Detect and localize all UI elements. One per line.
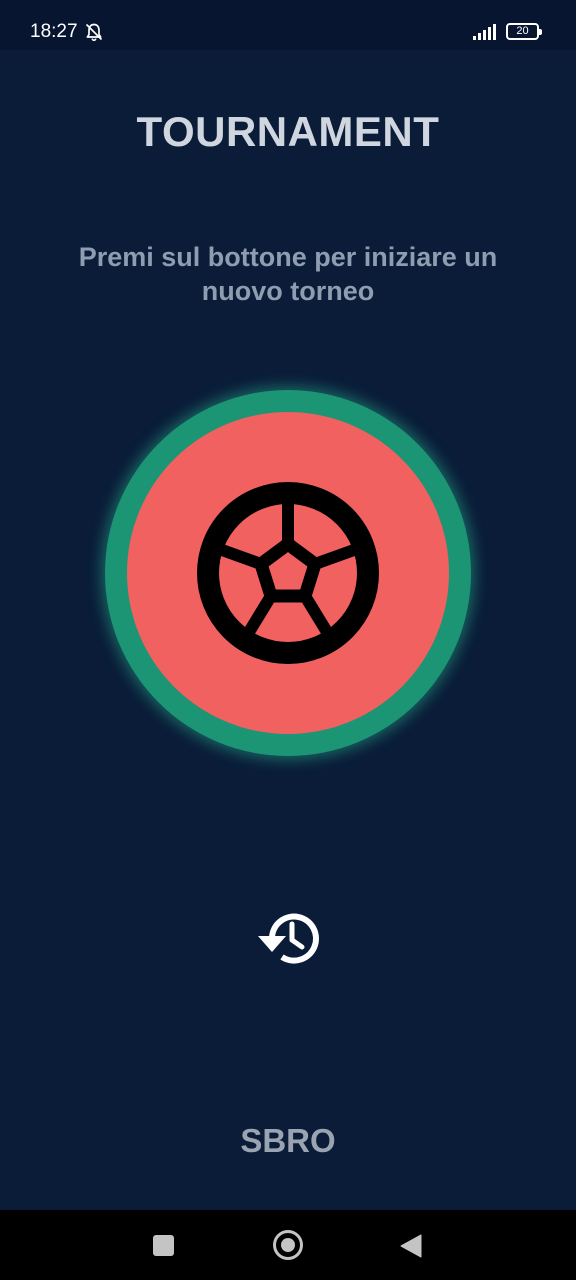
instruction-text: Premi sul bottone per iniziare un nuovo … <box>78 242 498 306</box>
start-tournament-button[interactable] <box>105 390 471 756</box>
recents-icon[interactable] <box>153 1235 174 1256</box>
battery-icon: 20 <box>506 23 542 40</box>
bell-off-icon <box>85 23 103 42</box>
status-bar: 18:27 20 <box>0 0 576 50</box>
soccer-ball-icon <box>197 482 379 664</box>
tournament-screen: TOURNAMENT Premi sul bottone per iniziar… <box>0 50 576 1210</box>
status-time: 18:27 <box>30 21 78 42</box>
history-icon[interactable] <box>254 906 322 970</box>
start-button-face <box>127 412 449 734</box>
signal-icon <box>473 24 496 40</box>
page-title: TOURNAMENT <box>136 108 440 155</box>
battery-level: 20 <box>516 25 529 37</box>
back-icon[interactable] <box>400 1234 422 1258</box>
home-icon[interactable] <box>273 1230 303 1260</box>
reset-button[interactable]: SBRO <box>188 1116 388 1166</box>
system-nav-bar <box>0 1210 576 1280</box>
